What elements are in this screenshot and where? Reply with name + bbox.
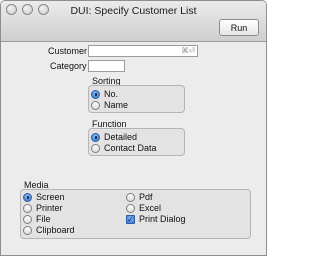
radio-unselected-icon [126,203,135,213]
radio-selected-icon [91,132,100,142]
media-option-clipboard[interactable]: Clipboard [23,224,75,236]
category-label: Category [50,61,87,71]
function-option-label: Detailed [104,132,138,142]
title-bar: DUI: Specify Customer List Run [1,1,266,42]
sorting-option-name[interactable]: Name [91,99,128,111]
media-option-label: Pdf [139,192,153,202]
media-group: Screen Printer File Clipboard Pdf Excel … [20,189,251,239]
function-group: Detailed Contact Data [88,128,185,156]
media-option-label: Excel [139,203,162,213]
sorting-option-label: Name [104,100,129,110]
paste-special-icon: ⌘⏎ [181,46,195,55]
dialog-window: DUI: Specify Customer List Run Customer … [0,0,267,256]
run-button[interactable]: Run [219,19,259,36]
category-field[interactable] [88,60,125,72]
sorting-group: No. Name [88,85,185,113]
media-option-label: Printer [36,203,63,213]
media-option-label: File [36,214,51,224]
radio-selected-icon [23,192,32,202]
checkmark-icon: ✓ [126,214,135,224]
radio-unselected-icon [91,143,100,153]
radio-unselected-icon [91,100,100,110]
radio-unselected-icon [23,203,32,213]
radio-unselected-icon [23,214,32,224]
customer-label: Customer [48,46,88,56]
print-dialog-label: Print Dialog [139,214,186,224]
radio-unselected-icon [23,225,32,235]
media-option-label: Clipboard [36,225,75,235]
sorting-option-label: No. [104,89,119,99]
print-dialog-checkbox[interactable]: ✓ Print Dialog [126,213,186,225]
customer-field[interactable]: ⌘⏎ [88,45,198,57]
radio-selected-icon [91,89,100,99]
media-option-label: Screen [36,192,65,202]
radio-unselected-icon [126,192,135,202]
function-option-contact-data[interactable]: Contact Data [91,142,157,154]
function-option-label: Contact Data [104,143,157,153]
window-title: DUI: Specify Customer List [70,5,197,17]
